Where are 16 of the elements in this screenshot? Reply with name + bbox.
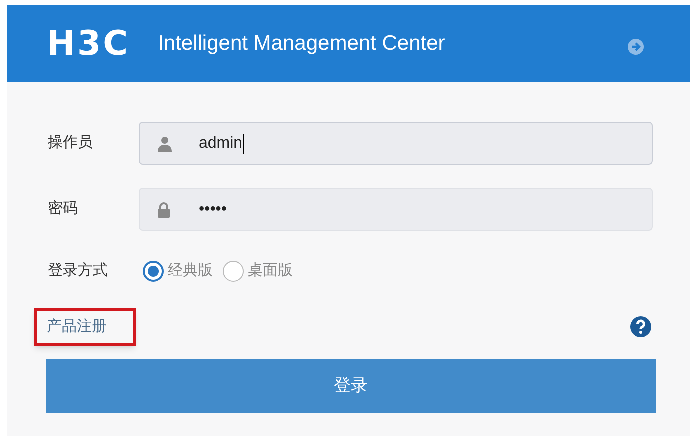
input-field[interactable]: ••••• [139,188,653,231]
field-label: 操作员 [48,133,94,154]
field-label: 密码 [48,199,79,220]
option-label[interactable]: 经典版 [168,260,213,282]
login-button[interactable]: 登录 [46,359,656,413]
radio-button[interactable] [143,260,164,282]
logo: H3C [47,26,130,60]
input-field[interactable]: admin [139,122,653,165]
radio-button[interactable] [223,260,244,282]
help-icon[interactable] [630,316,652,338]
field-label: 登录方式 [48,260,109,281]
lock-icon [157,202,171,218]
user-icon [157,136,173,152]
register-link[interactable]: 产品注册 [47,316,107,338]
app-title: Intelligent Management Center [158,30,446,57]
option-label[interactable]: 桌面版 [248,260,293,282]
